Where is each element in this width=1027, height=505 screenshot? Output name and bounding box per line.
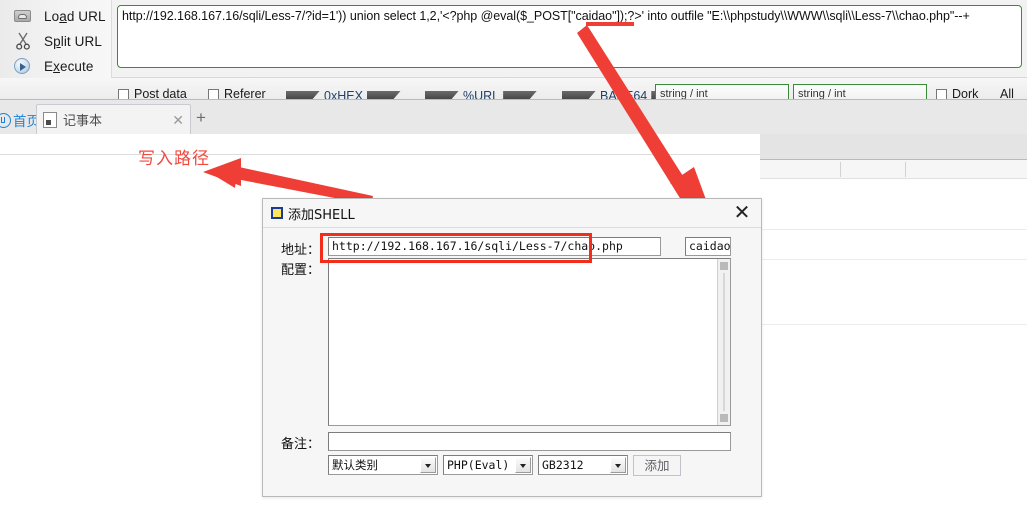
split-url-label: Split URL — [44, 33, 102, 49]
referer-checkbox-box[interactable] — [208, 88, 219, 99]
split-url-button[interactable]: Split URL — [5, 29, 109, 53]
chevron-left-icon — [286, 90, 320, 99]
chevron-left-icon — [425, 90, 459, 99]
address-input[interactable]: http://192.168.167.16/sqli/Less-7/chao.p… — [328, 237, 661, 256]
post-data-label: Post data — [134, 87, 187, 100]
background-row — [757, 324, 1027, 325]
hex-encoder-button[interactable]: 0xHEX — [286, 87, 401, 100]
address-label: 地址： — [281, 243, 321, 258]
execute-label: Execute — [44, 58, 94, 74]
tab-notepad-label: 记事本 — [63, 113, 103, 128]
encoding-select-value: GB2312 — [542, 458, 584, 472]
home-icon — [0, 112, 11, 128]
note-input[interactable] — [328, 432, 731, 451]
app-square-icon — [271, 207, 283, 219]
dork-label: Dork — [952, 87, 979, 100]
shell-password-input[interactable]: caidao — [685, 237, 731, 256]
config-label: 配置： — [281, 263, 321, 278]
add-shell-dialog: 添加SHELL ✕ 地址： http://192.168.167.16/sqli… — [262, 198, 762, 497]
chevron-down-icon[interactable] — [420, 457, 436, 473]
encoding-select[interactable]: GB2312 — [538, 455, 628, 475]
dork-checkbox-box[interactable] — [936, 88, 947, 99]
hackbar-panel: Load URL Split URL Execute http://192.16… — [0, 0, 1027, 78]
dialog-close-button[interactable]: ✕ — [731, 203, 753, 225]
address-input-value: http://192.168.167.16/sqli/Less-7/chao.p… — [332, 239, 623, 253]
all-label: All — [1000, 87, 1014, 100]
url-input[interactable]: http://192.168.167.16/sqli/Less-7/?id=1'… — [117, 5, 1022, 68]
load-url-icon — [12, 5, 34, 27]
column-divider — [840, 162, 841, 177]
scissors-icon — [12, 30, 34, 52]
post-data-checkbox[interactable]: Post data — [118, 87, 187, 100]
load-url-label: Load URL — [44, 8, 106, 24]
background-column-header — [760, 160, 1027, 179]
dialog-title-bar: 添加SHELL — [263, 199, 761, 228]
category-select-value: 默认类别 — [332, 458, 378, 472]
string-int-right-field[interactable]: string / int — [793, 84, 927, 100]
hackbar-toolstrip: Post data Referer 0xHEX %URL BASE64 stri… — [0, 78, 1027, 100]
scroll-up-icon[interactable] — [720, 262, 728, 270]
all-label-item[interactable]: All — [1000, 87, 1014, 100]
arrow-to-dialog — [577, 25, 712, 216]
post-data-checkbox-box[interactable] — [118, 88, 129, 99]
chevron-down-icon[interactable] — [610, 457, 626, 473]
execute-button[interactable]: Execute — [5, 54, 109, 78]
note-label: 备注： — [281, 437, 321, 452]
config-textarea[interactable] — [328, 258, 731, 426]
tab-notepad[interactable]: 记事本 ✕ — [36, 104, 191, 134]
category-select[interactable]: 默认类别 — [328, 455, 438, 475]
dialog-title: 添加SHELL — [288, 207, 355, 223]
new-tab-button[interactable]: + — [193, 109, 209, 127]
close-icon[interactable]: ✕ — [172, 113, 184, 127]
load-url-button[interactable]: Load URL — [5, 4, 109, 28]
caidao-underline-annotation — [586, 22, 634, 26]
hackbar-button-column: Load URL Split URL Execute — [0, 0, 112, 78]
shell-password-value: caidao — [689, 239, 731, 253]
chevron-right-icon — [503, 90, 538, 99]
scissors-icon-svg — [16, 32, 30, 50]
url-input-value: http://192.168.167.16/sqli/Less-7/?id=1'… — [122, 9, 970, 23]
url-encoder-button[interactable]: %URL — [425, 87, 538, 100]
background-row — [757, 229, 1027, 260]
play-icon — [12, 55, 34, 77]
string-int-right-label: string / int — [798, 88, 846, 100]
browser-tab-bar: 首页 记事本 ✕ + — [0, 100, 1027, 134]
url-label: %URL — [463, 89, 500, 100]
column-divider — [905, 162, 906, 177]
chevron-right-icon — [366, 90, 401, 99]
document-icon — [43, 111, 57, 128]
hex-label: 0xHEX — [324, 89, 363, 100]
config-scrollbar[interactable] — [717, 259, 730, 425]
arrow-to-write-path — [203, 158, 373, 200]
referer-checkbox[interactable]: Referer — [208, 87, 266, 100]
referer-label: Referer — [224, 87, 266, 100]
language-select[interactable]: PHP(Eval) — [443, 455, 533, 475]
language-select-value: PHP(Eval) — [447, 458, 510, 472]
scroll-down-icon[interactable] — [720, 414, 728, 422]
scrollbar-track[interactable] — [723, 273, 725, 411]
dork-checkbox[interactable]: Dork — [936, 87, 979, 100]
background-header-bar — [760, 134, 1027, 160]
add-button[interactable]: 添加 — [633, 455, 681, 476]
chevron-down-icon[interactable] — [515, 457, 531, 473]
